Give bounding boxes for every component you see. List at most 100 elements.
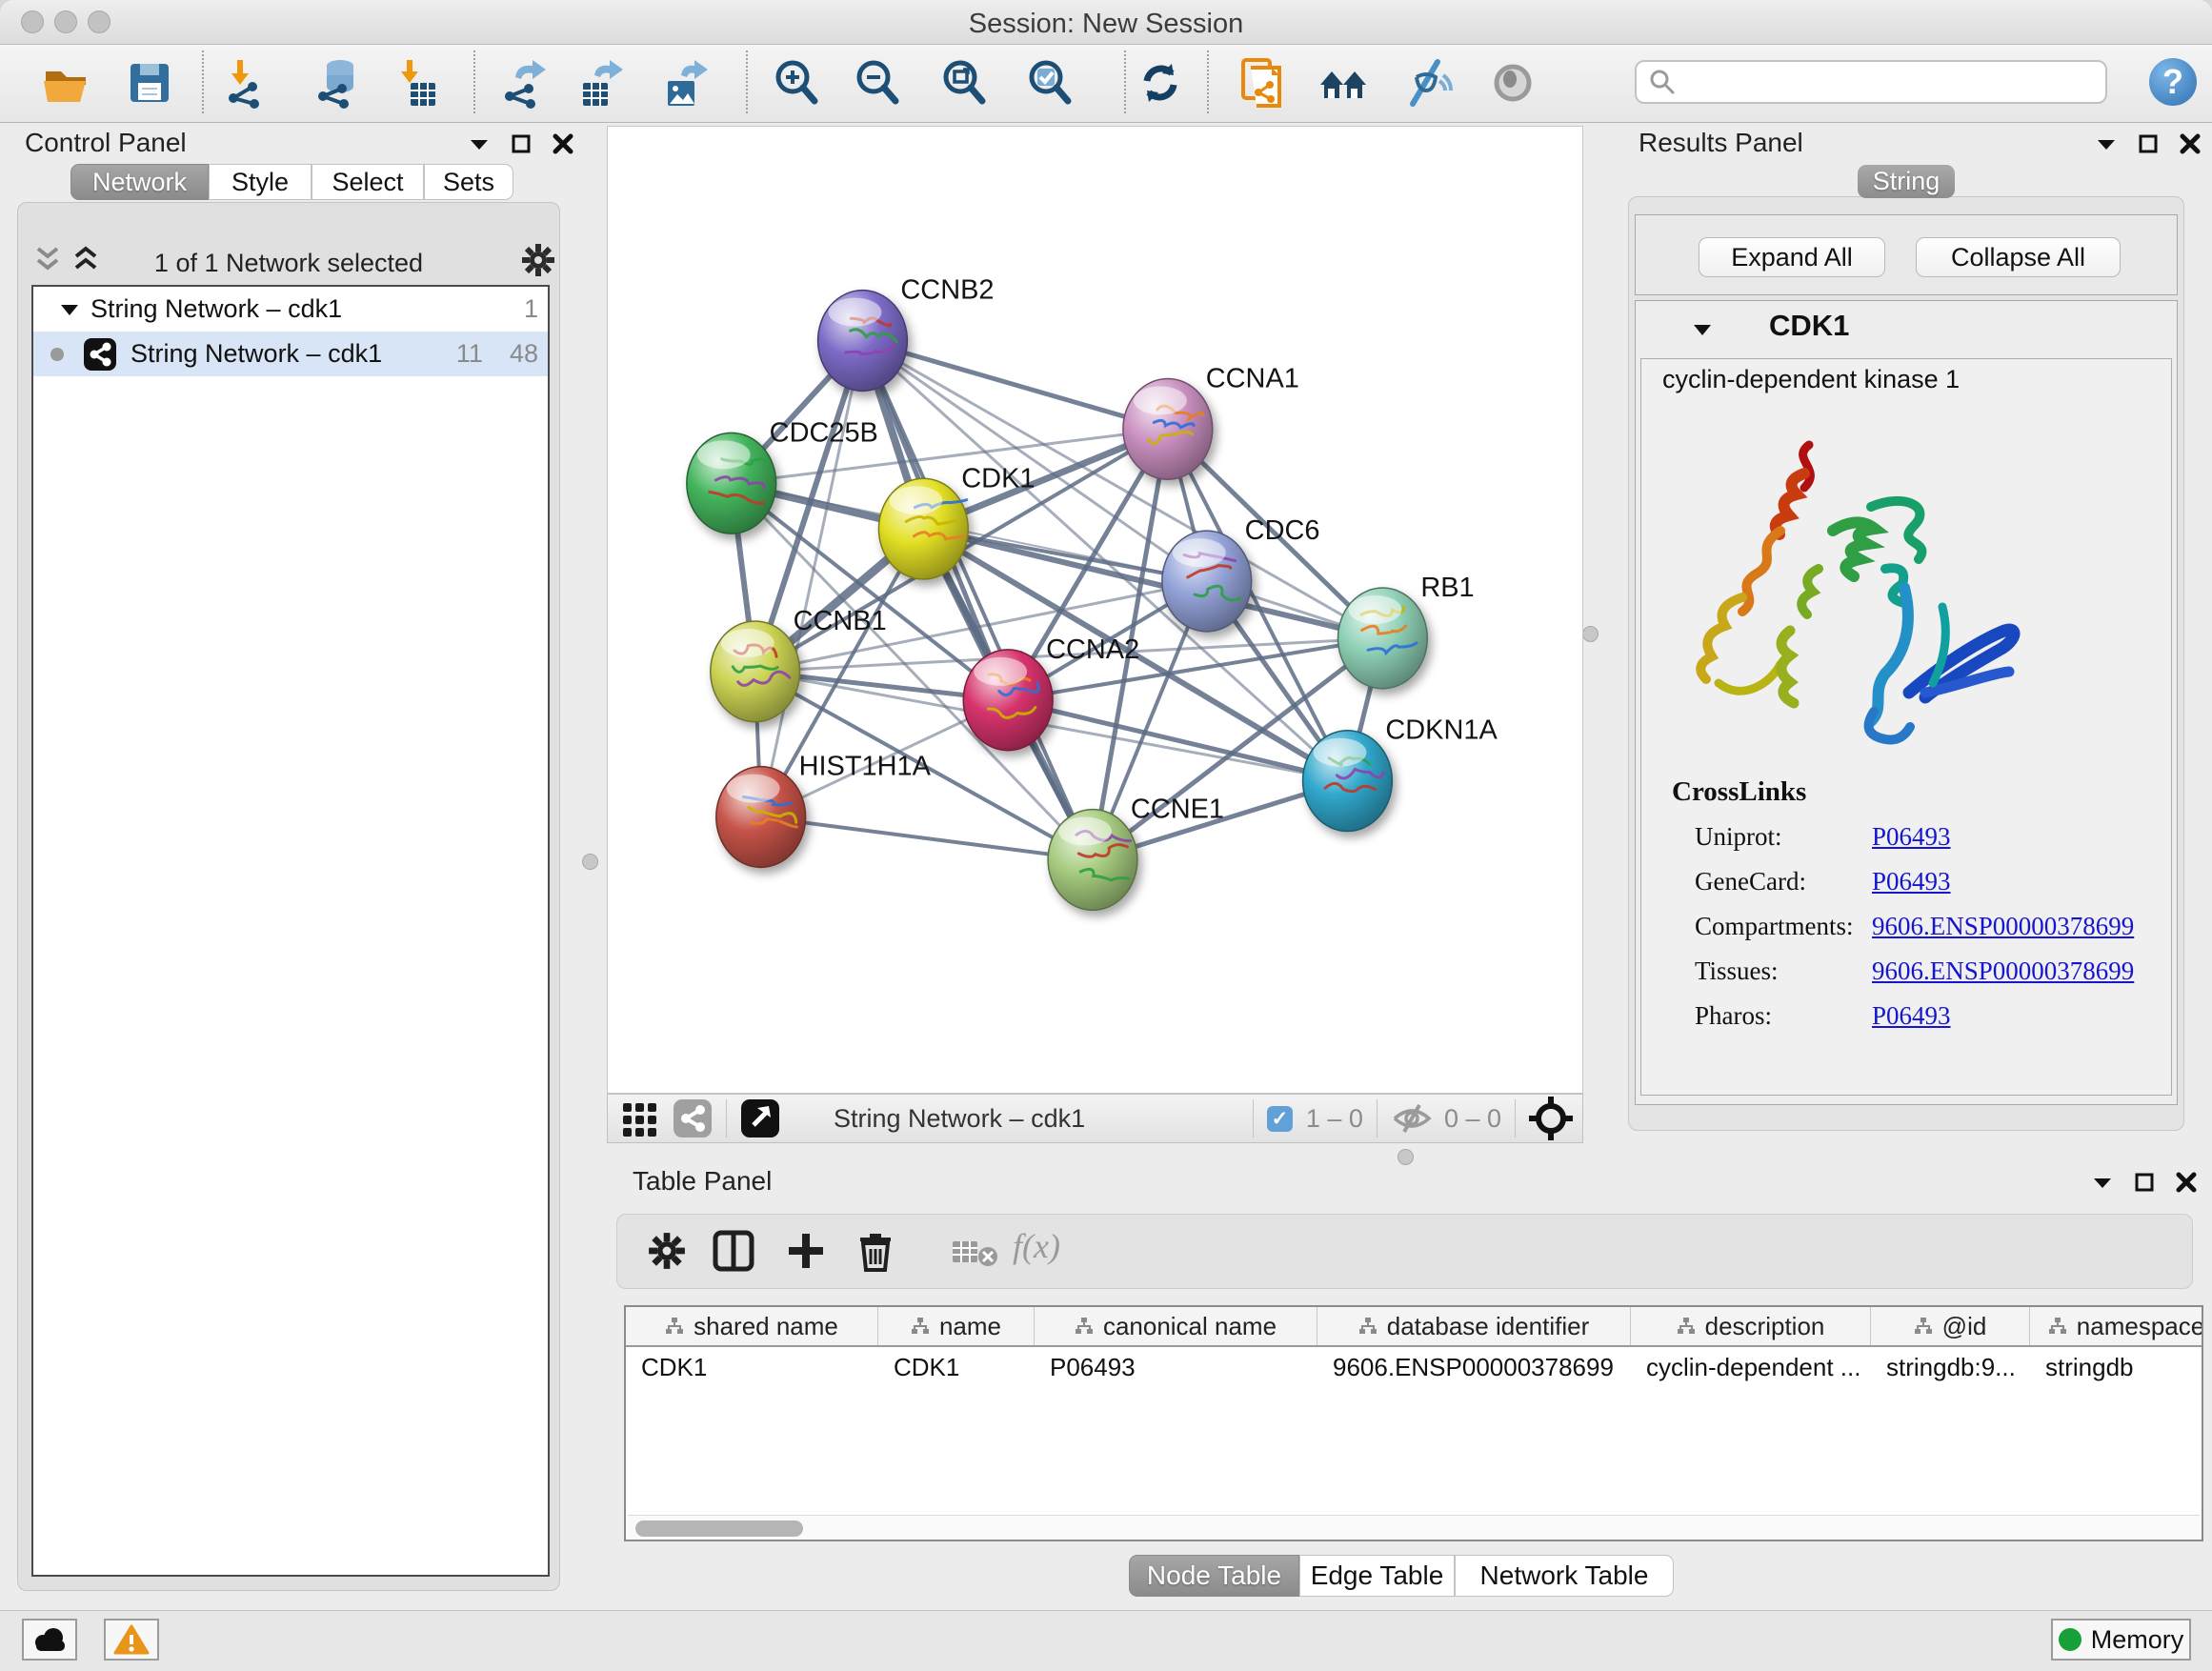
import-table-button[interactable] xyxy=(390,56,443,110)
network-row-selected[interactable]: String Network – cdk1 11 48 xyxy=(33,332,548,376)
network-share-icon[interactable] xyxy=(673,1098,713,1138)
control-tab-sets[interactable]: Sets xyxy=(424,164,513,200)
crosslink-link[interactable]: P06493 xyxy=(1872,867,1951,896)
close-panel-icon[interactable] xyxy=(2180,133,2201,154)
hidden-eye-slash-icon[interactable] xyxy=(1391,1102,1433,1135)
close-panel-icon[interactable] xyxy=(553,133,573,154)
scrollbar-thumb[interactable] xyxy=(635,1520,803,1537)
gene-card: CDK1 cyclin-dependent kinase 1 xyxy=(1635,300,2178,1105)
network-node-CDC6[interactable]: CDC6 xyxy=(1162,515,1320,632)
delete-table-icon[interactable] xyxy=(951,1236,1000,1270)
network-node-CCNA1[interactable]: CCNA1 xyxy=(1123,363,1299,479)
warning-icon xyxy=(113,1624,150,1655)
network-node-CCNE1[interactable]: CCNE1 xyxy=(1048,795,1224,911)
cloud-status-button[interactable] xyxy=(22,1619,77,1661)
grid-mode-icon[interactable] xyxy=(621,1099,659,1137)
table-tab-network-table[interactable]: Network Table xyxy=(1455,1555,1674,1597)
selected-nodes-checkbox[interactable]: ✓ xyxy=(1267,1106,1293,1132)
zoom-in-button[interactable] xyxy=(770,56,823,110)
results-tab-string[interactable]: String xyxy=(1858,165,1955,198)
table-row[interactable]: CDK1CDK1P064939606.ENSP00000378699cyclin… xyxy=(626,1347,2202,1387)
network-node-CDKN1A[interactable]: CDKN1A xyxy=(1303,715,1498,832)
add-column-icon[interactable] xyxy=(787,1232,825,1270)
left-splitter-handle[interactable] xyxy=(582,854,598,870)
column-header-description[interactable]: description xyxy=(1631,1307,1871,1345)
control-tab-select[interactable]: Select xyxy=(312,164,424,200)
zoom-fit-button[interactable] xyxy=(937,56,991,110)
toolbar-divider xyxy=(1515,1099,1516,1137)
formula-builder-icon[interactable]: f(x) xyxy=(1013,1226,1060,1266)
crosslink-link[interactable]: P06493 xyxy=(1872,1001,1951,1031)
column-header-shared-name[interactable]: shared name xyxy=(626,1307,878,1345)
crosslink-label: GeneCard: xyxy=(1695,867,1872,896)
column-header-database-identifier[interactable]: database identifier xyxy=(1317,1307,1631,1345)
maximize-panel-icon[interactable] xyxy=(2134,1172,2155,1193)
refresh-button[interactable] xyxy=(1134,56,1187,110)
column-header-canonical-name[interactable]: canonical name xyxy=(1035,1307,1317,1345)
crosslink-link[interactable]: 9606.ENSP00000378699 xyxy=(1872,912,2134,941)
column-header-name[interactable]: name xyxy=(878,1307,1035,1345)
column-header-namespace[interactable]: namespace xyxy=(2030,1307,2203,1345)
warnings-status-button[interactable] xyxy=(104,1619,159,1661)
gene-card-collapse-icon[interactable] xyxy=(1693,322,1712,337)
export-network-button[interactable] xyxy=(498,56,552,110)
bottom-splitter-handle[interactable] xyxy=(1398,1149,1414,1165)
memory-status-button[interactable]: Memory xyxy=(2051,1619,2191,1661)
export-table-button[interactable] xyxy=(575,56,629,110)
close-panel-icon[interactable] xyxy=(2176,1172,2197,1193)
eye-button[interactable] xyxy=(1486,56,1539,110)
table-tab-edge-table[interactable]: Edge Table xyxy=(1299,1555,1455,1597)
string-import-document-button[interactable] xyxy=(1236,56,1289,110)
crosslink-link[interactable]: P06493 xyxy=(1872,822,1951,852)
search-input[interactable] xyxy=(1677,67,2090,98)
string-home-button[interactable] xyxy=(1317,56,1370,110)
show-columns-icon[interactable] xyxy=(713,1230,754,1272)
crosslink-label: Compartments: xyxy=(1695,912,1872,941)
column-header-@id[interactable]: @id xyxy=(1871,1307,2030,1345)
open-session-button[interactable] xyxy=(40,56,93,110)
float-panel-icon[interactable] xyxy=(2092,1175,2113,1190)
zoom-selected-button[interactable] xyxy=(1023,56,1076,110)
maximize-panel-icon[interactable] xyxy=(511,133,532,154)
right-splitter-handle[interactable] xyxy=(1582,626,1599,642)
string-network-view[interactable]: CCNB2CCNA1CDC25BCDK1CDC6RB1CCNB1CCNA2CDK… xyxy=(608,127,1582,1093)
network-node-CCNB2[interactable]: CCNB2 xyxy=(818,275,995,392)
network-collection-row[interactable]: String Network – cdk1 1 xyxy=(33,287,548,332)
tree-expander-icon[interactable] xyxy=(60,302,79,317)
control-panel-header-buttons xyxy=(469,133,573,154)
crosslink-link[interactable]: 9606.ENSP00000378699 xyxy=(1872,956,2134,986)
export-image-button[interactable] xyxy=(660,56,714,110)
table-horizontal-scrollbar xyxy=(628,1515,2200,1540)
save-session-button[interactable] xyxy=(123,56,176,110)
node-label-CDK1: CDK1 xyxy=(961,463,1035,493)
toolbar-separator xyxy=(746,50,748,113)
gene-description: cyclin-dependent kinase 1 xyxy=(1662,365,1960,394)
network-node-CCNB1[interactable]: CCNB1 xyxy=(711,606,887,722)
hide-glasses-button[interactable] xyxy=(1399,56,1453,110)
help-button[interactable]: ? xyxy=(2149,58,2197,106)
fit-selected-crosshair-icon[interactable] xyxy=(1529,1097,1573,1140)
import-database-button[interactable] xyxy=(312,56,365,110)
expand-all-button[interactable]: Expand All xyxy=(1699,237,1885,277)
table-settings-gear-icon[interactable] xyxy=(648,1232,686,1270)
import-network-button[interactable] xyxy=(220,56,273,110)
maximize-panel-icon[interactable] xyxy=(2138,133,2159,154)
float-panel-icon[interactable] xyxy=(2096,136,2117,151)
zoom-out-button[interactable] xyxy=(851,56,904,110)
cloud-icon xyxy=(30,1626,69,1653)
status-bar: Memory xyxy=(0,1610,2212,1671)
control-tab-network[interactable]: Network xyxy=(70,164,209,200)
network-options-gear-icon[interactable] xyxy=(521,243,555,277)
network-node-RB1[interactable]: RB1 xyxy=(1337,573,1474,689)
expand-collapse-box: Expand All Collapse All xyxy=(1635,214,2178,295)
birdseye-view-icon[interactable] xyxy=(740,1098,780,1138)
float-panel-icon[interactable] xyxy=(469,136,490,151)
network-canvas[interactable]: CCNB2CCNA1CDC25BCDK1CDC6RB1CCNB1CCNA2CDK… xyxy=(607,126,1583,1094)
delete-trash-icon[interactable] xyxy=(857,1230,894,1272)
gene-card-body: cyclin-dependent kinase 1 xyxy=(1640,358,2172,1096)
network-edge-CCNB2-HIST1H1A xyxy=(761,341,863,817)
collapse-all-button[interactable]: Collapse All xyxy=(1916,237,2121,277)
table-tab-node-table[interactable]: Node Table xyxy=(1129,1555,1299,1597)
network-node-HIST1H1A[interactable]: HIST1H1A xyxy=(716,752,932,868)
control-tab-style[interactable]: Style xyxy=(209,164,312,200)
